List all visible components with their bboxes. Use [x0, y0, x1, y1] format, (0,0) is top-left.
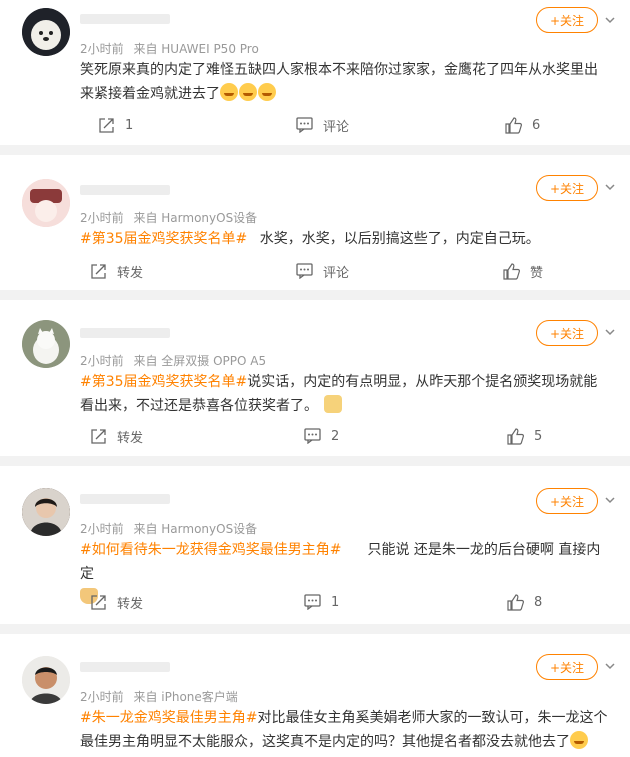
action-bar: 转发 1 8 [0, 590, 630, 614]
comment-icon [304, 594, 321, 610]
chevron-down-icon[interactable] [604, 14, 616, 26]
post-meta: 2小时前 来自 HarmonyOS设备 [80, 520, 263, 537]
laugh-emoji-icon [220, 83, 238, 101]
username-blurred[interactable] [80, 494, 170, 504]
comment-text: #朱一龙金鸡奖最佳男主角#对比最佳女主角奚美娟老师大家的一致认可，朱一龙这个最佳… [80, 706, 608, 754]
comment-card: 2小时前 来自 HarmonyOS设备 +关注 #第35届金鸡奖获奖名单# 水奖… [0, 155, 630, 300]
follow-button[interactable]: +关注 [536, 320, 598, 346]
action-bar: 转发 2 5 [0, 424, 630, 448]
comment-count: 1 [331, 594, 340, 610]
like-count: 8 [534, 594, 543, 610]
post-source: 来自 HarmonyOS设备 [133, 211, 258, 225]
action-bar: 1 评论 6 [0, 113, 630, 137]
avatar[interactable] [22, 656, 70, 704]
topic-hashtag-link[interactable]: #如何看待朱一龙获得金鸡奖最佳男主角# [80, 542, 341, 558]
like-icon [507, 593, 524, 611]
share-button[interactable]: 转发 [90, 590, 143, 614]
topic-hashtag-link[interactable]: #朱一龙金鸡奖最佳男主角# [80, 710, 257, 726]
username-blurred[interactable] [80, 328, 170, 338]
comment-body: 笑死原来真的内定了难怪五缺四人家根本不来陪你过家家，金鹰花了四年从水奖里出来紧接… [80, 62, 598, 102]
like-count: 5 [534, 428, 543, 444]
avatar[interactable] [22, 488, 70, 536]
comment-card: 2小时前 来自 全屏双摄 OPPO A5 +关注 #第35届金鸡奖获奖名单#说实… [0, 300, 630, 466]
share-count: 1 [125, 117, 134, 133]
post-meta: 2小时前 来自 HUAWEI P50 Pro [80, 40, 265, 57]
post-time: 2小时前 [80, 690, 124, 704]
comment-icon [304, 428, 321, 444]
post-meta: 2小时前 来自 iPhone客户端 [80, 688, 244, 705]
laugh-emoji-icon [570, 731, 588, 749]
action-bar: 转发 评论 赞 [0, 259, 630, 283]
share-button[interactable]: 转发 [90, 424, 143, 448]
comment-card: 2小时前 来自 iPhone客户端 +关注 #朱一龙金鸡奖最佳男主角#对比最佳女… [0, 634, 630, 757]
comment-text: #第35届金鸡奖获奖名单#说实话，内定的有点明显，从昨天那个提名颁奖现场就能看出… [80, 370, 608, 418]
chevron-down-icon[interactable] [604, 494, 616, 506]
like-button[interactable]: 赞 [503, 259, 543, 283]
like-count: 6 [532, 117, 541, 133]
comment-label: 评论 [323, 265, 350, 281]
comment-icon [296, 263, 313, 279]
comment-card: 2小时前 来自 HarmonyOS设备 +关注 #如何看待朱一龙获得金鸡奖最佳男… [0, 466, 630, 634]
follow-button[interactable]: +关注 [536, 7, 598, 33]
comment-body: 水奖，水奖，以后别搞这些了，内定自己玩。 [259, 231, 540, 247]
username-blurred[interactable] [80, 14, 170, 24]
laugh-emoji-icon [258, 83, 276, 101]
like-button[interactable]: 6 [505, 113, 540, 137]
follow-button[interactable]: +关注 [536, 175, 598, 201]
comment-button[interactable]: 评论 [296, 259, 349, 283]
cat-emoji-icon [324, 395, 342, 413]
post-source: 来自 HUAWEI P50 Pro [133, 42, 259, 56]
share-icon [91, 594, 106, 610]
topic-hashtag-link[interactable]: #第35届金鸡奖获奖名单# [80, 374, 247, 390]
like-button[interactable]: 8 [507, 590, 542, 614]
comment-icon [296, 117, 313, 133]
comment-label: 评论 [323, 119, 350, 135]
like-button[interactable]: 5 [507, 424, 542, 448]
laugh-emoji-icon [239, 83, 257, 101]
topic-hashtag-link[interactable]: #第35届金鸡奖获奖名单# [80, 231, 247, 247]
comment-feed: 2小时前 来自 HUAWEI P50 Pro +关注 笑死原来真的内定了难怪五缺… [0, 0, 630, 757]
share-icon [91, 428, 106, 444]
comment-count: 2 [331, 428, 340, 444]
post-source: 来自 iPhone客户端 [133, 690, 238, 704]
share-label: 转发 [117, 430, 144, 446]
like-icon [503, 262, 520, 280]
username-blurred[interactable] [80, 662, 170, 672]
post-time: 2小时前 [80, 522, 124, 536]
post-time: 2小时前 [80, 354, 124, 368]
share-icon [99, 117, 114, 133]
post-source: 来自 HarmonyOS设备 [133, 522, 258, 536]
like-icon [505, 116, 522, 134]
follow-button[interactable]: +关注 [536, 654, 598, 680]
post-time: 2小时前 [80, 42, 124, 56]
like-label: 赞 [530, 265, 544, 281]
comment-card: 2小时前 来自 HUAWEI P50 Pro +关注 笑死原来真的内定了难怪五缺… [0, 0, 630, 155]
share-button[interactable]: 转发 [90, 259, 143, 283]
username-blurred[interactable] [80, 185, 170, 195]
chevron-down-icon[interactable] [604, 660, 616, 672]
comment-button[interactable]: 评论 [296, 113, 349, 137]
follow-button[interactable]: +关注 [536, 488, 598, 514]
avatar[interactable] [22, 320, 70, 368]
share-label: 转发 [117, 265, 144, 281]
avatar[interactable] [22, 179, 70, 227]
post-source: 来自 全屏双摄 OPPO A5 [133, 354, 267, 368]
comment-button[interactable]: 1 [304, 590, 339, 614]
post-meta: 2小时前 来自 HarmonyOS设备 [80, 209, 263, 226]
comment-text: #第35届金鸡奖获奖名单# 水奖，水奖，以后别搞这些了，内定自己玩。 [80, 227, 608, 251]
comment-text: 笑死原来真的内定了难怪五缺四人家根本不来陪你过家家，金鹰花了四年从水奖里出来紧接… [80, 58, 608, 106]
share-icon [91, 263, 106, 279]
chevron-down-icon[interactable] [604, 326, 616, 338]
post-time: 2小时前 [80, 211, 124, 225]
post-meta: 2小时前 来自 全屏双摄 OPPO A5 [80, 352, 272, 369]
chevron-down-icon[interactable] [604, 181, 616, 193]
share-label: 转发 [117, 596, 144, 612]
avatar[interactable] [22, 8, 70, 56]
comment-button[interactable]: 2 [304, 424, 339, 448]
like-icon [507, 427, 524, 445]
share-button[interactable]: 1 [98, 113, 133, 137]
